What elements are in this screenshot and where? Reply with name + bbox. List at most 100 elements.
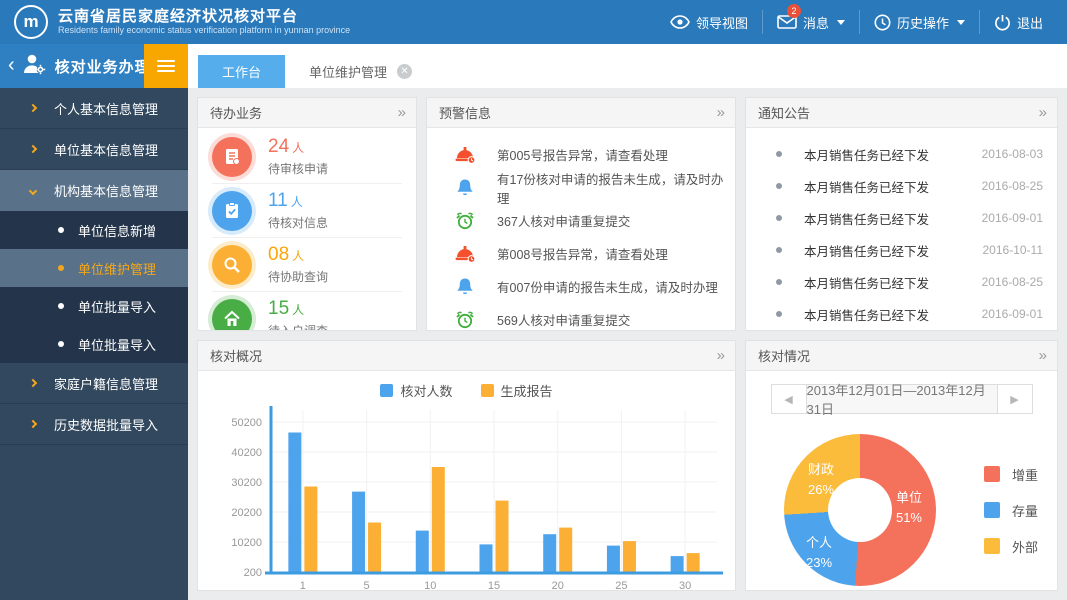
svg-text:30200: 30200 [231, 477, 262, 489]
bullet-icon [776, 247, 782, 253]
bell-icon [453, 178, 477, 198]
alert-item[interactable]: 有007份申请的报告未生成，请及时办理 [453, 270, 727, 303]
todo-row-survey[interactable]: 15 人 待入户调查 [212, 291, 402, 331]
donut-chart-area: 单位 51% 个人 23% 财政 26% 增重 存量 外部 [746, 434, 1057, 586]
expand-more-icon[interactable]: » [717, 105, 725, 120]
date-range-navigator: ◀ 2013年12月01日—2013年12月31日 ▶ [770, 383, 1033, 417]
next-arrow-icon[interactable]: ▶ [996, 385, 1032, 413]
sidebar-item-history-import[interactable]: 历史数据批量导入 [0, 404, 188, 445]
close-icon[interactable]: ✕ [397, 64, 413, 79]
submenu-item-unit-batch-import-1[interactable]: 单位批量导入 [0, 287, 188, 325]
legend-item-increase: 增重 [984, 465, 1038, 484]
svg-text:40200: 40200 [231, 447, 262, 459]
legend-swatch [984, 538, 1000, 554]
panel-notices: 通知公告 » 本月销售任务已经下发 2016-08-03 本月销售任务已经下发 … [745, 97, 1058, 331]
legend-item-external: 外部 [984, 537, 1038, 556]
todo-row-verify[interactable]: 11 人 待核对信息 [212, 183, 402, 237]
leader-view-button[interactable]: 领导视图 [656, 10, 762, 34]
panel-alerts: 预警信息 » 第005号报告异常，请查看处理 有17份核对申请的报告未生成，请及… [426, 97, 736, 331]
svg-text:50200: 50200 [231, 417, 262, 429]
sidebar-nav: 个人基本信息管理 单位基本信息管理 机构基本信息管理 单位信息新增 单位维护管理… [0, 88, 188, 600]
expand-more-icon[interactable]: » [1039, 348, 1047, 363]
submenu-item-unit-add[interactable]: 单位信息新增 [0, 211, 188, 249]
module-title: 核对业务办理 [54, 58, 151, 76]
sidebar-item-personal-info[interactable]: 个人基本信息管理 [0, 88, 188, 129]
slice-label-personal: 个人 23% [806, 535, 833, 570]
svg-text:1: 1 [299, 580, 305, 591]
alert-list: 第005号报告异常，请查看处理 有17份核对申请的报告未生成，请及时办理 367… [427, 128, 735, 330]
date-range-label: 2013年12月01日—2013年12月31日 [806, 383, 997, 417]
notice-item[interactable]: 本月销售任务已经下发 2016-09-01 [776, 202, 1043, 234]
module-header: ‹ 核对业务办理 [0, 44, 188, 88]
alert-item[interactable]: 569人核对申请重复提交 [453, 303, 727, 330]
notice-item[interactable]: 本月销售任务已经下发 2016-08-25 [776, 170, 1043, 202]
svg-text:30: 30 [679, 580, 691, 591]
panel-status: 核对情况 » ◀ 2013年12月01日—2013年12月31日 ▶ 单位 51… [745, 340, 1058, 591]
svg-text:200: 200 [243, 567, 261, 579]
todo-label: 待入户调查 [268, 324, 329, 331]
todo-row-assist[interactable]: 08 人 待协助查询 [212, 237, 402, 291]
user-gear-icon [21, 52, 47, 81]
history-button[interactable]: 历史操作 [858, 10, 979, 34]
alert-item[interactable]: 367人核对申请重复提交 [453, 204, 727, 237]
donut-legend: 增重 存量 外部 [984, 465, 1038, 556]
svg-text:5: 5 [363, 580, 369, 591]
top-header: m 云南省居民家庭经济状况核对平台 Residents family econo… [0, 0, 1067, 44]
bar-chart: 20010200202003020040200502001 5 10 15 20 25 30 [231, 406, 723, 591]
logout-button[interactable]: 退出 [978, 10, 1057, 34]
slice-label-finance: 财政 26% [808, 462, 835, 497]
chevron-down-icon [28, 186, 38, 195]
bell-icon [453, 277, 477, 297]
tab-unit-maintenance[interactable]: 单位维护管理 ✕ [285, 55, 436, 88]
alarm-clock-icon [453, 310, 477, 330]
header-actions: 领导视图 2 消息 历史操作 退出 [656, 0, 1057, 44]
bullet-icon [58, 265, 64, 271]
clock-icon [874, 14, 891, 31]
alert-item[interactable]: 第008号报告异常，请查看处理 [453, 237, 727, 270]
bar-chart-area: 核对人数 生成报告 200 10200 20200 30200 40200 50200 1 5… [198, 371, 735, 591]
chevron-right-icon [28, 419, 38, 429]
todo-label: 待核对信息 [268, 216, 329, 230]
alarm-clock-icon [453, 211, 477, 231]
svg-text:25: 25 [615, 580, 627, 591]
alert-item[interactable]: 有17份核对申请的报告未生成，请及时办理 [453, 171, 727, 206]
sidebar-item-org-info[interactable]: 机构基本信息管理 [0, 170, 188, 211]
expand-more-icon[interactable]: » [398, 105, 406, 120]
back-chevron-icon[interactable]: ‹ [0, 54, 21, 79]
prev-arrow-icon[interactable]: ◀ [772, 385, 807, 413]
clipboard-icon [212, 190, 252, 231]
bullet-icon [776, 279, 782, 285]
todo-row-review[interactable]: 24 人 待审核申请 [212, 130, 402, 183]
search-icon [212, 244, 252, 285]
notice-item[interactable]: 本月销售任务已经下发 2016-08-03 [776, 138, 1043, 170]
expand-more-icon[interactable]: » [1039, 105, 1047, 120]
submenu-item-unit-batch-import-2[interactable]: 单位批量导入 [0, 325, 188, 363]
notice-item[interactable]: 本月销售任务已经下发 2016-10-11 [776, 234, 1043, 266]
panel-title: 通知公告 [758, 106, 811, 121]
notice-item[interactable]: 本月销售任务已经下发 2016-08-25 [776, 266, 1043, 298]
sidebar-item-unit-info[interactable]: 单位基本信息管理 [0, 129, 188, 170]
platform-logo-icon: m [14, 5, 48, 39]
status-body: ◀ 2013年12月01日—2013年12月31日 ▶ 单位 51% 个人 23… [746, 371, 1057, 590]
panel-title: 预警信息 [439, 106, 492, 121]
legend-item-reports: 生成报告 [480, 381, 553, 400]
power-icon [994, 14, 1011, 31]
bullet-icon [776, 311, 782, 317]
sidebar-item-household-info[interactable]: 家庭户籍信息管理 [0, 363, 188, 404]
tab-workbench[interactable]: 工作台 [198, 55, 286, 88]
notice-item[interactable]: 本月销售任务已经下发 2016-09-01 [776, 298, 1043, 330]
panel-todo: 待办业务 » 24 人 待审核申请 11 人 待核对信息 08 人 待协助查询 … [197, 97, 417, 331]
hamburger-icon [157, 57, 175, 75]
app-window: m 云南省居民家庭经济状况核对平台 Residents family econo… [0, 0, 1067, 600]
panel-title: 核对概况 [210, 349, 263, 364]
menu-toggle-button[interactable] [144, 44, 188, 88]
panel-title: 待办业务 [210, 106, 263, 121]
tab-strip: 工作台 单位维护管理 ✕ [188, 44, 1067, 88]
submenu-item-unit-maintenance[interactable]: 单位维护管理 [0, 249, 188, 287]
messages-button[interactable]: 2 消息 [761, 4, 859, 34]
expand-more-icon[interactable]: » [717, 348, 725, 363]
alert-item[interactable]: 第005号报告异常，请查看处理 [453, 138, 727, 171]
legend-swatch [984, 466, 1000, 482]
brand: m 云南省居民家庭经济状况核对平台 Residents family econo… [14, 5, 350, 39]
bullet-icon [776, 183, 782, 189]
